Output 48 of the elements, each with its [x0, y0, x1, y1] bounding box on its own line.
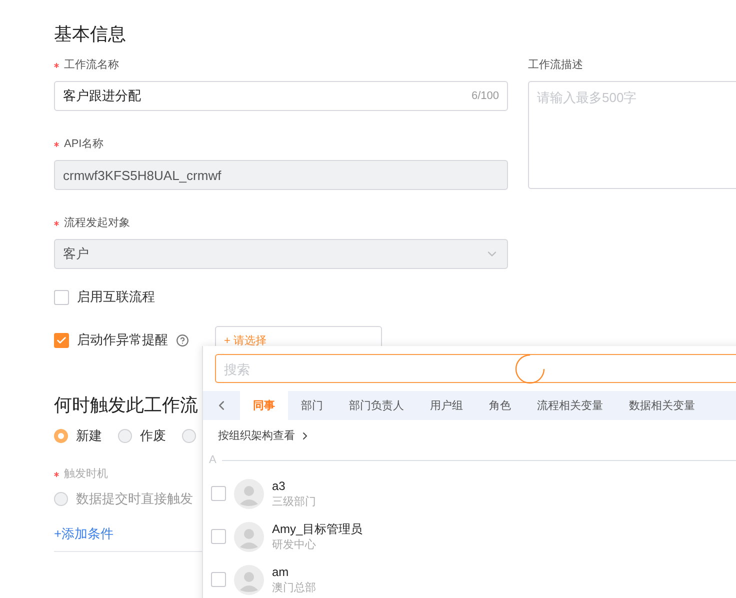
- section-title: 何时触发此工作流: [54, 394, 198, 417]
- radio-label: 作废: [140, 427, 166, 445]
- avatar-icon: [234, 522, 264, 552]
- tab[interactable]: 部门负责人: [336, 391, 417, 420]
- field-label: 工作流描述: [528, 58, 583, 72]
- tab[interactable]: 用户组: [417, 391, 476, 420]
- required-asterisk-icon: [54, 220, 59, 226]
- org-view-link[interactable]: 按组织架构查看: [218, 428, 311, 443]
- field-label: 触发时机: [64, 467, 108, 481]
- field-label: 工作流名称: [64, 58, 119, 72]
- radio-button[interactable]: [182, 429, 196, 443]
- group-letter: A: [209, 454, 216, 466]
- select-field[interactable]: 客户: [54, 239, 508, 269]
- checkbox[interactable]: [54, 290, 69, 304]
- tab[interactable]: 部门: [288, 391, 336, 420]
- input-field[interactable]: crmwf3KFS5H8UAL_crmwf: [54, 160, 508, 190]
- person-name: a3: [272, 478, 286, 494]
- person-department: 三级部门: [272, 494, 316, 510]
- person-department: 研发中心: [272, 538, 317, 552]
- required-asterisk-icon: [54, 62, 59, 68]
- avatar-icon: [234, 564, 264, 594]
- add-condition-link[interactable]: +添加条件: [54, 525, 114, 549]
- tab[interactable]: 数据相关变量: [616, 391, 708, 420]
- person-name: am: [272, 564, 290, 580]
- required-asterisk-icon: [54, 472, 59, 476]
- radio-label: 新建: [76, 427, 102, 445]
- section-title: 基本信息: [54, 23, 126, 46]
- avatar-icon: [234, 478, 264, 508]
- checkbox[interactable]: [211, 572, 226, 587]
- field-label: 流程发起对象: [64, 216, 130, 230]
- tab[interactable]: 流程相关变量: [524, 391, 616, 420]
- check-icon: [56, 334, 67, 346]
- checkbox-label: 启动作异常提醒: [77, 331, 168, 349]
- person-name: Amy_目标管理员: [272, 520, 363, 536]
- radio-button[interactable]: [54, 429, 68, 443]
- field-label: API名称: [64, 137, 104, 151]
- checkbox[interactable]: [211, 529, 226, 544]
- checkbox[interactable]: [211, 486, 226, 501]
- required-asterisk-icon: [54, 142, 59, 146]
- tab[interactable]: 角色: [476, 391, 524, 420]
- radio-button[interactable]: [118, 429, 132, 443]
- radio-label: 数据提交时直接触发: [76, 490, 193, 508]
- person-department: 澳门总部: [272, 580, 316, 596]
- char-counter: 6/100: [471, 90, 499, 102]
- radio-button[interactable]: [54, 492, 68, 506]
- input-field[interactable]: 客户跟进分配 6/100: [54, 81, 508, 111]
- checkbox[interactable]: [54, 332, 69, 348]
- checkbox-label: 启用互联流程: [77, 288, 155, 306]
